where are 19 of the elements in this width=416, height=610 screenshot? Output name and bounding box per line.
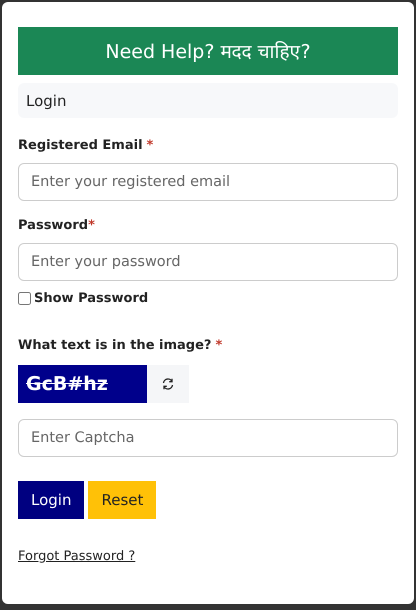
required-mark: *: [88, 218, 95, 233]
reset-button[interactable]: Reset: [88, 481, 156, 519]
forgot-password-link[interactable]: Forgot Password ?: [18, 549, 136, 564]
show-password-checkbox[interactable]: [18, 292, 31, 305]
refresh-button[interactable]: [147, 365, 189, 403]
required-mark: *: [146, 138, 154, 153]
card-header: Login: [18, 83, 398, 118]
field-label: What text is in the image?: [18, 338, 212, 353]
help-banner[interactable]: Need Help? मदद चाहिए?: [18, 27, 398, 75]
input-field[interactable]: Enter your password: [18, 243, 398, 281]
captcha-image: GcB#hz: [18, 365, 147, 403]
input-field[interactable]: Enter your registered email: [18, 163, 398, 201]
input-field[interactable]: Enter Captcha: [18, 419, 398, 457]
field-label: Password: [18, 218, 88, 233]
checkbox-label: Show Password: [34, 291, 148, 306]
required-mark: *: [215, 338, 222, 353]
login-button[interactable]: Login: [18, 481, 84, 519]
refresh-icon: [161, 377, 175, 391]
field-label: Registered Email: [18, 138, 143, 153]
